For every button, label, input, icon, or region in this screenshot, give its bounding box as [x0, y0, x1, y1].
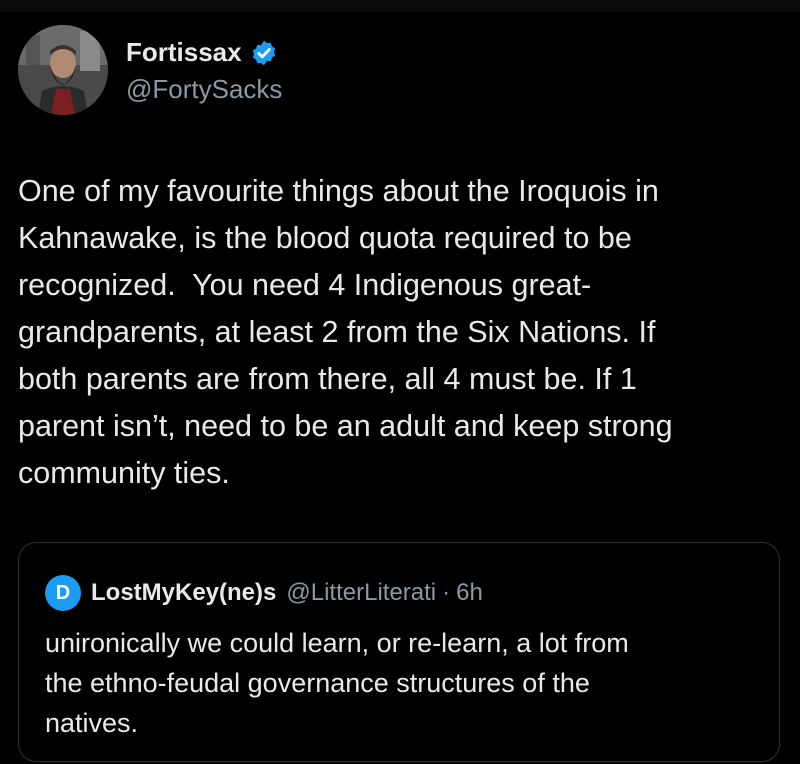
- quoted-tweet-card[interactable]: D LostMyKey(ne)s @LitterLiterati · 6h un…: [18, 542, 780, 762]
- status-bar-strip: [0, 0, 800, 12]
- quoted-tweet-text: unironically we could learn, or re-learn…: [45, 628, 629, 738]
- tweet-header: Fortissax @FortySacks: [18, 25, 778, 121]
- quoted-tweet-time[interactable]: 6h: [456, 579, 483, 607]
- author-handle[interactable]: @FortySacks: [126, 74, 282, 105]
- author-avatar[interactable]: [18, 25, 108, 115]
- bearded-man-avatar-icon: [18, 25, 108, 115]
- tweet-body-text: One of my favourite things about the Iro…: [18, 174, 673, 490]
- quoted-tweet-header: D LostMyKey(ne)s @LitterLiterati · 6h: [45, 575, 483, 611]
- author-name-row[interactable]: Fortissax: [126, 37, 278, 68]
- quoted-author-handle[interactable]: @LitterLiterati: [286, 579, 436, 607]
- meta-separator: ·: [442, 579, 451, 606]
- quoted-author-name[interactable]: LostMyKey(ne)s: [91, 579, 276, 607]
- author-display-name[interactable]: Fortissax: [126, 37, 242, 68]
- quoted-author-avatar[interactable]: D: [45, 575, 81, 611]
- verified-badge-icon: [252, 40, 275, 65]
